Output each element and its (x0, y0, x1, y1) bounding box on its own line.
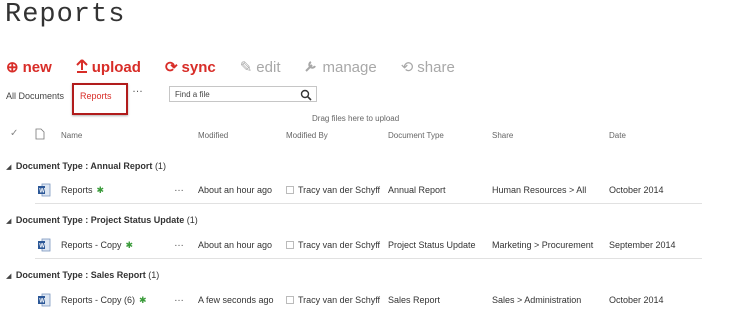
select-all-check-icon[interactable]: ✓ (10, 128, 18, 139)
drag-drop-hint: Drag files here to upload (312, 114, 400, 123)
column-header-modified-by[interactable]: Modified By (286, 131, 328, 140)
group-header[interactable]: ◢ Document Type : Annual Report (1) (6, 161, 166, 171)
column-header-date[interactable]: Date (609, 131, 626, 140)
presence-indicator-icon (286, 296, 294, 304)
item-date: October 2014 (609, 295, 664, 305)
new-button-label: new (22, 58, 52, 76)
group-label: Document Type : Sales Report (15, 270, 146, 280)
item-menu-button[interactable]: … (174, 183, 185, 194)
wrench-icon (304, 59, 318, 76)
item-document-type: Project Status Update (388, 240, 476, 250)
item-modified-by-text[interactable]: Tracy van der Schyff (298, 295, 380, 305)
column-header-name[interactable]: Name (61, 131, 82, 140)
list-item[interactable]: W Reports - Copy (6) ✱ … A few seconds ag… (0, 291, 736, 311)
item-share: Sales > Administration (492, 295, 582, 305)
edit-button-label: edit (256, 58, 281, 76)
column-header-document-type[interactable]: Document Type (388, 131, 444, 140)
item-name-text: Reports - Copy (6) (61, 295, 136, 305)
edit-button[interactable]: ✎ edit (240, 59, 281, 76)
share-icon: ⟲ (400, 58, 414, 76)
command-toolbar: ⊕ new upload ⟳ sync ✎ edit manage ⟲ shar… (6, 55, 479, 79)
search-icon[interactable] (300, 88, 312, 101)
word-document-icon: W (37, 183, 51, 197)
document-type-icon (35, 128, 45, 140)
collapse-caret-icon[interactable]: ◢ (6, 164, 11, 171)
share-button[interactable]: ⟲ share (401, 59, 455, 76)
item-date: October 2014 (609, 185, 664, 195)
group-count: (1) (186, 215, 198, 225)
item-name[interactable]: Reports - Copy (6) ✱ (61, 295, 147, 306)
sync-icon: ⟳ (164, 58, 178, 76)
item-modified: A few seconds ago (198, 295, 274, 305)
sync-button[interactable]: ⟳ sync (165, 59, 216, 76)
search-box (169, 86, 317, 102)
word-document-icon: W (37, 293, 51, 307)
presence-indicator-icon (286, 186, 294, 194)
item-name[interactable]: Reports ✱ (61, 185, 104, 196)
group-header[interactable]: ◢ Document Type : Sales Report (1) (6, 270, 159, 280)
list-header: ✓ Name Modified Modified By Document Typ… (0, 128, 736, 144)
item-name[interactable]: Reports - Copy ✱ (61, 240, 133, 251)
word-document-icon: W (37, 238, 51, 252)
group-count: (1) (154, 161, 166, 171)
item-modified-by: Tracy van der Schyff (286, 240, 380, 250)
item-modified-by-text[interactable]: Tracy van der Schyff (298, 185, 380, 195)
svg-text:W: W (39, 299, 45, 305)
more-views-button[interactable]: … (132, 83, 144, 95)
plus-circle-icon: ⊕ (6, 58, 19, 76)
collapse-caret-icon[interactable]: ◢ (6, 273, 11, 280)
highlight-box (72, 83, 128, 115)
group-label: Document Type : Project Status Update (15, 215, 185, 225)
svg-text:W: W (39, 189, 45, 195)
view-all-documents[interactable]: All Documents (6, 91, 64, 101)
item-document-type: Sales Report (388, 295, 441, 305)
list-item[interactable]: W Reports - Copy ✱ … About an hour ago Tr… (0, 236, 736, 256)
collapse-caret-icon[interactable]: ◢ (6, 218, 11, 225)
manage-button[interactable]: manage (304, 58, 377, 76)
upload-button[interactable]: upload (76, 59, 141, 76)
svg-text:W: W (39, 244, 45, 250)
sync-button-label: sync (181, 58, 216, 76)
group-count: (1) (148, 270, 160, 280)
pencil-icon: ✎ (239, 58, 253, 76)
column-header-modified[interactable]: Modified (198, 131, 228, 140)
item-menu-button[interactable]: … (174, 293, 185, 304)
group-label: Document Type : Annual Report (15, 161, 153, 171)
item-modified-by: Tracy van der Schyff (286, 185, 380, 195)
search-input[interactable] (170, 87, 295, 101)
column-header-share[interactable]: Share (492, 131, 513, 140)
share-button-label: share (417, 58, 455, 76)
item-name-text: Reports (61, 185, 93, 195)
row-divider (35, 258, 702, 259)
upload-arrow-icon (76, 58, 88, 76)
new-item-badge-icon: ✱ (125, 240, 134, 250)
presence-indicator-icon (286, 241, 294, 249)
item-date: September 2014 (609, 240, 676, 250)
new-item-badge-icon: ✱ (96, 185, 105, 195)
row-divider (35, 203, 702, 204)
item-document-type: Annual Report (388, 185, 446, 195)
item-share: Marketing > Procurement (492, 240, 594, 250)
item-name-text: Reports - Copy (61, 240, 122, 250)
upload-button-label: upload (91, 58, 141, 76)
item-modified-by: Tracy van der Schyff (286, 295, 380, 305)
manage-button-label: manage (322, 58, 377, 76)
list-item[interactable]: W Reports ✱ … About an hour ago Tracy van… (0, 181, 736, 201)
new-button[interactable]: ⊕ new (6, 59, 52, 76)
page-title: Reports (5, 0, 126, 30)
item-menu-button[interactable]: … (174, 238, 185, 249)
item-modified: About an hour ago (198, 240, 273, 250)
item-modified: About an hour ago (198, 185, 273, 195)
new-item-badge-icon: ✱ (139, 295, 147, 305)
item-share: Human Resources > All (492, 185, 587, 195)
group-header[interactable]: ◢ Document Type : Project Status Update … (6, 215, 198, 225)
item-modified-by-text[interactable]: Tracy van der Schyff (298, 240, 380, 250)
